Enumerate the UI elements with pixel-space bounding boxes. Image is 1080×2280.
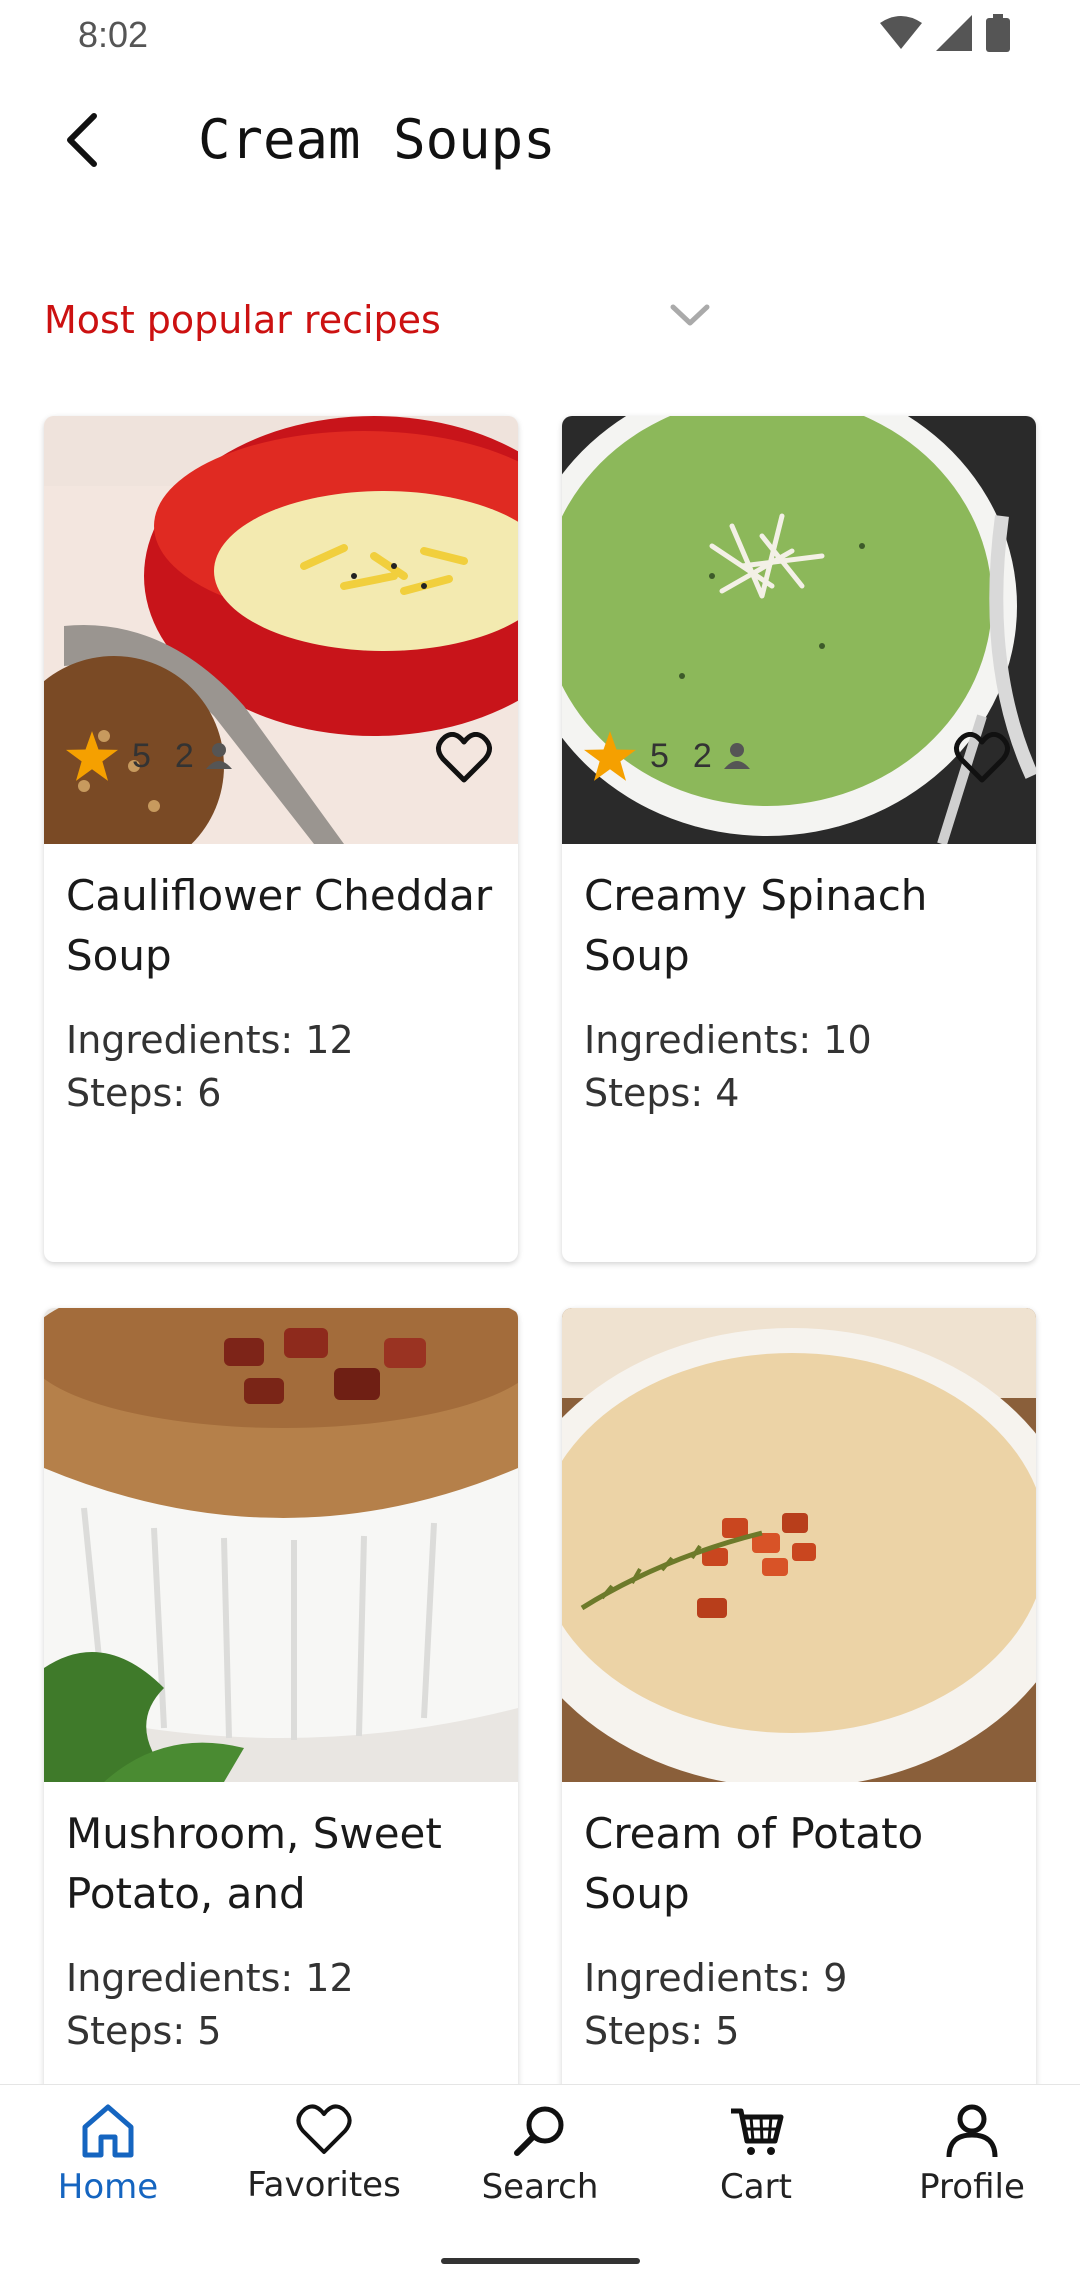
steps-count: Steps: 4 [584,1071,740,1115]
recipe-meta: Ingredients: 10 Steps: 4 [584,1014,1014,1120]
recipe-meta: Ingredients: 12 Steps: 5 [66,1952,496,2058]
heart-icon [296,2104,352,2154]
status-time: 8:02 [78,14,149,55]
ingredients-count: Ingredients: 10 [584,1018,872,1062]
recipe-card[interactable]: Creamy Spinach Soup Ingredients: 10 Step… [562,416,1036,1262]
recipe-image [562,1308,1036,1782]
sort-dropdown[interactable]: Most popular recipes [44,285,724,355]
status-icons [880,14,1010,52]
recipe-meta: Ingredients: 9 Steps: 5 [584,1952,1014,2058]
recipe-card[interactable]: Mushroom, Sweet Potato, and Smoke… Ingre… [44,1308,518,2108]
favorite-button[interactable] [950,726,1014,790]
signal-icon [936,15,972,51]
ingredients-count: Ingredients: 12 [66,1018,354,1062]
nav-label: Home [57,2167,159,2207]
person-icon [946,2104,998,2158]
wifi-icon [880,16,922,49]
nav-label: Favorites [247,2165,401,2205]
star-icon [584,731,636,781]
nav-label: Search [481,2167,599,2207]
review-count: 2 [174,736,194,775]
nav-favorites[interactable]: Favorites [224,2103,424,2223]
card-body: Cream of Potato Soup Ingredients: 9 Step… [562,1782,1036,2058]
back-button[interactable] [50,108,114,172]
sort-label: Most popular recipes [44,298,441,342]
nav-home[interactable]: Home [8,2103,208,2223]
card-body: Creamy Spinach Soup Ingredients: 10 Step… [562,844,1036,1120]
recipe-title: Cream of Potato Soup [584,1809,924,1918]
nav-search[interactable]: Search [440,2103,640,2223]
rating: 5 2 [66,731,234,781]
rating: 5 2 [584,731,752,781]
recipe-title: Creamy Spinach Soup [584,871,928,980]
card-footer: 5 2 [66,716,496,796]
back-arrow-icon [67,113,97,167]
chevron-down-icon [670,304,710,326]
recipe-card[interactable]: Cream of Potato Soup Ingredients: 9 Step… [562,1308,1036,2108]
heart-icon [954,732,1010,783]
card-footer: 5 2 [584,716,1014,796]
ingredients-count: Ingredients: 12 [66,1956,354,2000]
card-body: Cauliflower Cheddar Soup Ingredients: 12… [44,844,518,1120]
cart-icon [731,2108,784,2155]
steps-count: Steps: 6 [66,1071,222,1115]
home-indicator [441,2258,640,2264]
favorite-button[interactable] [432,726,496,790]
recipe-title: Cauliflower Cheddar Soup [66,871,493,980]
star-icon [66,731,118,781]
page-title: Cream Soups [198,108,556,171]
recipe-meta: Ingredients: 12 Steps: 6 [66,1014,496,1120]
nav-label: Cart [720,2167,792,2207]
home-icon [82,2104,134,2158]
app-bar: Cream Soups [0,90,1080,190]
recipe-title: Mushroom, Sweet Potato, and Smoke… [66,1809,442,1918]
search-icon [514,2106,564,2156]
steps-count: Steps: 5 [66,2009,222,2053]
person-icon [723,743,750,769]
nav-label: Profile [919,2167,1025,2207]
review-count: 2 [692,736,712,775]
recipe-image [44,1308,518,1782]
nav-cart[interactable]: Cart [656,2103,856,2223]
person-icon [205,743,232,769]
heart-icon [436,732,492,783]
rating-value: 5 [650,736,669,775]
card-body: Mushroom, Sweet Potato, and Smoke… Ingre… [44,1782,518,2058]
rating-value: 5 [132,736,151,775]
recipe-card[interactable]: Cauliflower Cheddar Soup Ingredients: 12… [44,416,518,1262]
battery-icon [986,14,1010,52]
ingredients-count: Ingredients: 9 [584,1956,848,2000]
bottom-navigation: Home Favorites Search Cart Profile [0,2084,1080,2280]
status-bar: 8:02 [0,0,1080,70]
steps-count: Steps: 5 [584,2009,740,2053]
nav-profile[interactable]: Profile [872,2103,1072,2223]
